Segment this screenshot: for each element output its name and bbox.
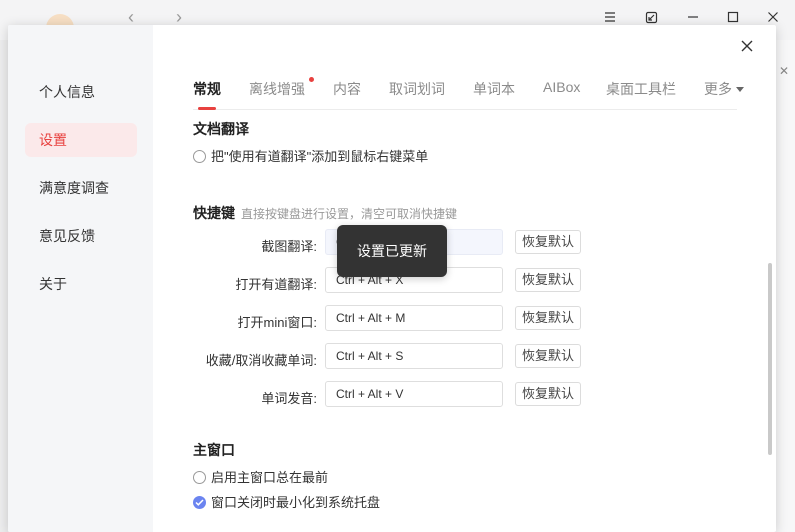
minimize-icon (688, 16, 698, 18)
option-minimize-to-tray[interactable]: 窗口关闭时最小化到系统托盘 (193, 492, 380, 511)
mini-window-icon (645, 11, 657, 24)
scrollbar-thumb[interactable] (768, 263, 772, 455)
tab-offline[interactable]: 离线增强 (249, 77, 314, 99)
tab-aibox[interactable]: AIBox (543, 79, 580, 95)
hotkeys-hint: 直接按键盘进行设置，清空可取消快捷键 (241, 207, 458, 221)
tab-more[interactable]: 更多 (704, 79, 744, 99)
tab-label: 离线增强 (249, 81, 305, 97)
settings-content: 常规 离线增强 内容 取词划词 单词本 AIBox 桌面工具栏 更多 文档翻译 … (153, 25, 776, 532)
main-window-title: 主窗口 (193, 442, 235, 458)
radio-unchecked-icon[interactable] (193, 150, 206, 163)
tab-wordbook[interactable]: 单词本 (473, 79, 515, 99)
checkmark-icon[interactable] (193, 496, 206, 509)
radio-unchecked-icon[interactable] (193, 471, 206, 484)
sidebar-item-profile[interactable]: 个人信息 (25, 75, 137, 109)
sidebar-item-settings[interactable]: 设置 (25, 123, 137, 157)
hotkey-input-favorite[interactable]: Ctrl + Alt + S (325, 343, 503, 369)
new-badge (309, 77, 314, 82)
hotkey-label-screenshot: 截图翻译: (261, 239, 317, 254)
settings-tabs: 常规 离线增强 内容 取词划词 单词本 AIBox 桌面工具栏 更多 (193, 77, 744, 110)
tab-content[interactable]: 内容 (333, 79, 361, 99)
hotkey-label-open-app: 打开有道翻译: (235, 277, 317, 292)
option-label: 窗口关闭时最小化到系统托盘 (211, 495, 381, 510)
toast-notification: 设置已更新 (337, 225, 447, 277)
maximize-icon (727, 11, 739, 23)
sidebar-item-feedback[interactable]: 意见反馈 (25, 219, 137, 253)
doc-translate-option[interactable]: 把"使用有道翻译"添加到鼠标右键菜单 (193, 146, 428, 165)
settings-sidebar: 个人信息 设置 满意度调查 意见反馈 关于 (8, 25, 153, 532)
caret-down-icon (736, 87, 744, 92)
close-icon (768, 12, 778, 22)
reset-button-favorite[interactable]: 恢复默认 (515, 344, 581, 368)
tab-label: 常规 (193, 81, 221, 97)
tab-desktop-toolbar[interactable]: 桌面工具栏 (606, 79, 676, 99)
settings-dialog: 个人信息 设置 满意度调查 意见反馈 关于 常规 离线增强 内容 取词划词 单词… (8, 25, 776, 532)
option-always-on-top[interactable]: 启用主窗口总在最前 (193, 467, 328, 486)
hotkey-input-pronounce[interactable]: Ctrl + Alt + V (325, 381, 503, 407)
tab-word-capture[interactable]: 取词划词 (389, 79, 445, 99)
hotkey-label-mini-window: 打开mini窗口: (237, 315, 317, 330)
reset-button-open-app[interactable]: 恢复默认 (515, 268, 581, 292)
tab-general[interactable]: 常规 (193, 79, 221, 110)
active-tab-underline (198, 107, 216, 110)
background-panel: ✕ (774, 40, 795, 532)
doc-translate-title: 文档翻译 (193, 121, 249, 137)
chevron-left-icon: ‹ (128, 7, 134, 27)
sidebar-item-about[interactable]: 关于 (25, 267, 137, 301)
option-label: 把"使用有道翻译"添加到鼠标右键菜单 (211, 149, 429, 164)
hotkeys-title: 快捷键 直接按键盘进行设置，清空可取消快捷键 (193, 203, 457, 223)
hotkey-label-pronounce: 单词发音: (261, 391, 317, 406)
option-label: 启用主窗口总在最前 (211, 470, 329, 485)
section-title-text: 快捷键 (193, 205, 235, 221)
chevron-right-icon: › (176, 7, 182, 27)
reset-button-pronounce[interactable]: 恢复默认 (515, 382, 581, 406)
panel-close-icon: ✕ (779, 64, 790, 78)
hotkey-label-favorite: 收藏/取消收藏单词: (205, 353, 317, 368)
reset-button-mini-window[interactable]: 恢复默认 (515, 306, 581, 330)
menu-icon (605, 12, 615, 22)
reset-button-screenshot[interactable]: 恢复默认 (515, 230, 581, 254)
sidebar-item-survey[interactable]: 满意度调查 (25, 171, 137, 205)
tab-label: 更多 (704, 81, 732, 97)
hotkey-input-mini-window[interactable]: Ctrl + Alt + M (325, 305, 503, 331)
